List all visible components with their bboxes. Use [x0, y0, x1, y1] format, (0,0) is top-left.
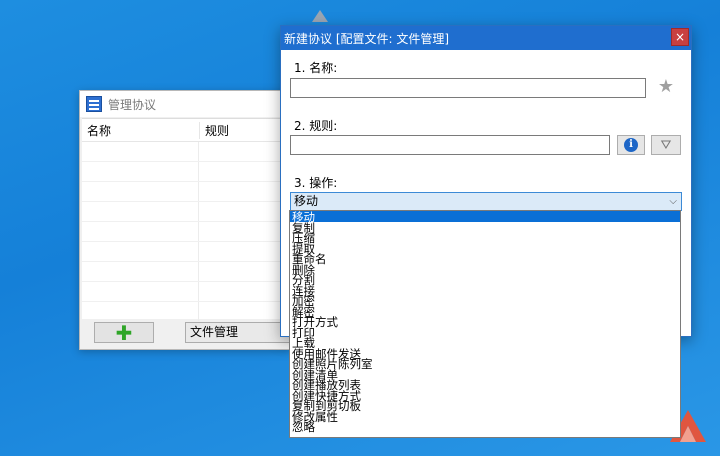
- table-row[interactable]: [82, 182, 290, 202]
- dropdown-option[interactable]: 忽略: [290, 421, 680, 432]
- dropdown-option[interactable]: 重命名: [290, 253, 680, 264]
- action-combobox[interactable]: 移动 ⌵: [290, 192, 682, 211]
- rule-label: 2. 规则:: [294, 119, 338, 133]
- table-row[interactable]: [82, 142, 290, 162]
- manage-window-title: 管理协议: [108, 97, 157, 112]
- dropdown-option[interactable]: 创建照片陈列室: [290, 358, 680, 369]
- app-list-icon: [86, 96, 102, 112]
- dropdown-option[interactable]: 连接: [290, 285, 680, 296]
- manage-protocols-window: 管理协议 名称 规则 ✚ 文件管理: [79, 90, 295, 350]
- close-icon: ×: [674, 30, 686, 44]
- info-icon: i: [624, 138, 638, 152]
- plus-icon: ✚: [115, 320, 133, 345]
- list-rows: [82, 142, 290, 322]
- table-row[interactable]: [82, 202, 290, 222]
- desktop-decoration: [312, 10, 328, 22]
- new-window-title: 新建协议 [配置文件: 文件管理]: [284, 31, 450, 46]
- dropdown-option[interactable]: 打印: [290, 327, 680, 338]
- star-icon[interactable]: ★: [657, 78, 675, 96]
- table-row[interactable]: [82, 162, 290, 182]
- name-input[interactable]: [290, 78, 646, 98]
- table-row[interactable]: [82, 262, 290, 282]
- table-row[interactable]: [82, 242, 290, 262]
- manage-window-titlebar[interactable]: 管理协议: [80, 91, 290, 117]
- dropdown-option[interactable]: 上载: [290, 337, 680, 348]
- table-row[interactable]: [82, 222, 290, 242]
- dropdown-option[interactable]: 复制: [290, 222, 680, 233]
- dropdown-option[interactable]: 解密: [290, 306, 680, 317]
- add-protocol-button[interactable]: ✚: [94, 322, 154, 343]
- dropdown-option[interactable]: 分割: [290, 274, 680, 285]
- table-row[interactable]: [82, 302, 290, 322]
- filter-icon: ⛛: [660, 137, 672, 153]
- rule-info-button[interactable]: i: [617, 135, 645, 155]
- dropdown-option[interactable]: 删除: [290, 264, 680, 275]
- dropdown-option[interactable]: 创建播放列表: [290, 379, 680, 390]
- column-header-name[interactable]: 名称: [82, 121, 200, 139]
- rule-input[interactable]: [290, 135, 610, 155]
- dropdown-option[interactable]: 移动: [290, 211, 680, 223]
- close-button[interactable]: ×: [671, 28, 689, 46]
- column-header-rule[interactable]: 规则: [200, 122, 229, 139]
- name-label: 1. 名称:: [294, 61, 338, 75]
- profile-select[interactable]: 文件管理: [185, 322, 295, 343]
- table-row[interactable]: [82, 282, 290, 302]
- dropdown-option[interactable]: 复制到剪切板: [290, 400, 680, 411]
- action-label: 3. 操作:: [294, 176, 338, 190]
- chevron-down-icon: ⌵: [669, 196, 677, 207]
- dropdown-option[interactable]: 压缩: [290, 232, 680, 243]
- dropdown-option[interactable]: 打开方式: [290, 316, 680, 327]
- dropdown-option[interactable]: 提取: [290, 243, 680, 254]
- action-selected-value: 移动: [294, 194, 319, 208]
- new-window-titlebar[interactable]: 新建协议 [配置文件: 文件管理] ×: [281, 26, 691, 50]
- list-header: 名称 规则: [82, 119, 290, 142]
- rule-filter-button[interactable]: ⛛: [651, 135, 681, 155]
- action-dropdown-list[interactable]: 移动 复制 压缩 提取 重命名 删除 分割 连接 加密 解密 打开方式 打印 上载 使用邮件发送 创建照片陈…: [289, 210, 681, 438]
- protocol-list[interactable]: 名称 规则: [82, 118, 290, 322]
- dropdown-option[interactable]: 加密: [290, 295, 680, 306]
